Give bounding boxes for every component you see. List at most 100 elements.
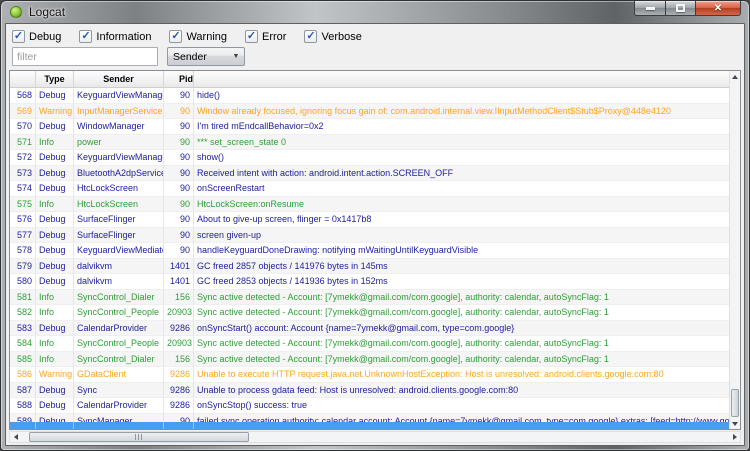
table-row[interactable]: 573DebugBluetoothA2dpService90Received i… [10, 166, 729, 182]
cell-sender: HtcLockScreen [74, 197, 164, 213]
table-row[interactable]: 576DebugSurfaceFlinger90About to give-up… [10, 212, 729, 228]
table-row[interactable]: 579Debugdalvikvm1401GC freed 2857 object… [10, 259, 729, 275]
close-button[interactable]: ✕ [696, 1, 741, 16]
selected-cell [10, 422, 36, 429]
cell-pid: 156 [164, 290, 194, 306]
table-row[interactable]: 584InfoSyncControl_People20903Sync activ… [10, 336, 729, 352]
cell-sender: WindowManager [74, 119, 164, 135]
vertical-scrollbar[interactable] [729, 71, 740, 429]
table-row[interactable]: 571Infopower90*** set_screen_state 0 [10, 135, 729, 151]
table-row[interactable]: 575InfoHtcLockScreen90HtcLockScreen:onRe… [10, 197, 729, 213]
header-pid[interactable]: Pid [164, 71, 194, 87]
cell-message: Received intent with action: android.int… [194, 166, 729, 182]
cell-type: Debug [36, 166, 74, 182]
table-row[interactable]: 578DebugKeyguardViewMediator90handleKeyg… [10, 243, 729, 259]
minimize-button[interactable] [634, 1, 665, 16]
table-row[interactable]: 588DebugCalendarProvider9286onSyncStop()… [10, 398, 729, 414]
vertical-scroll-thumb[interactable] [731, 389, 739, 417]
table-row[interactable]: 568DebugKeyguardViewManager90hide() [10, 88, 729, 104]
checkbox-label: Error [262, 31, 286, 43]
cell-rownum: 577 [10, 228, 36, 244]
cell-pid: 90 [164, 212, 194, 228]
cell-type: Info [36, 336, 74, 352]
maximize-icon [676, 4, 685, 12]
scroll-right-button[interactable] [729, 432, 740, 442]
table-body: 568DebugKeyguardViewManager90hide()569Wa… [10, 88, 729, 422]
cell-type: Debug [36, 88, 74, 104]
cell-pid: 90 [164, 228, 194, 244]
cell-pid: 9286 [164, 367, 194, 383]
cell-message: handleKeyguardDoneDrawing: notifying mWa… [194, 243, 729, 259]
cell-type: Info [36, 305, 74, 321]
scroll-left-button[interactable] [10, 432, 21, 442]
sender-dropdown[interactable]: Sender ▼ [167, 47, 245, 66]
cell-rownum: 580 [10, 274, 36, 290]
table-row[interactable]: 580Debugdalvikvm1401GC freed 2853 object… [10, 274, 729, 290]
app-icon[interactable] [10, 6, 22, 18]
cell-sender: dalvikvm [74, 259, 164, 275]
cell-sender: InputManagerService [74, 104, 164, 120]
selected-cell [74, 422, 164, 429]
vertical-scroll-track[interactable] [730, 82, 740, 418]
checkbox-warning[interactable]: ✓Warning [169, 30, 227, 43]
controls-row: Sender ▼ [9, 47, 741, 70]
scroll-down-button[interactable] [730, 418, 740, 429]
sender-dropdown-value: Sender [168, 51, 228, 63]
cell-pid: 9286 [164, 321, 194, 337]
cell-rownum: 571 [10, 135, 36, 151]
checkbox-error[interactable]: ✓ Error [245, 30, 286, 43]
table-row[interactable]: 585InfoSyncControl_Dialer156Sync active … [10, 352, 729, 368]
cell-rownum: 574 [10, 181, 36, 197]
table-row[interactable]: 582InfoSyncControl_People20903Sync activ… [10, 305, 729, 321]
horizontal-scrollbar[interactable] [9, 431, 741, 443]
maximize-button[interactable] [665, 1, 696, 16]
header-sender[interactable]: Sender [74, 71, 164, 87]
minimize-icon [646, 7, 655, 10]
close-icon: ✕ [714, 3, 722, 14]
cell-type: Debug [36, 259, 74, 275]
selected-cell [194, 422, 729, 429]
table-row[interactable]: 572DebugKeyguardViewManager90show() [10, 150, 729, 166]
checkbox-information[interactable]: ✓Information [79, 30, 151, 43]
title-bar[interactable]: Logcat ✕ [1, 1, 749, 23]
cell-rownum: 568 [10, 88, 36, 104]
cell-sender: SyncControl_People [74, 336, 164, 352]
checkbox-debug[interactable]: ✓Debug [12, 30, 61, 43]
cell-type: Info [36, 197, 74, 213]
header-message[interactable] [194, 71, 729, 87]
selected-row-partial[interactable] [10, 422, 729, 429]
cell-pid: 90 [164, 243, 194, 259]
horizontal-scroll-track[interactable] [21, 432, 729, 442]
cell-type: Debug [36, 150, 74, 166]
scroll-down-icon [732, 422, 738, 426]
cell-type: Debug [36, 321, 74, 337]
table-row[interactable]: 589DebugSyncManager90failed sync operati… [10, 414, 729, 423]
cell-type: Debug [36, 212, 74, 228]
cell-sender: Sync [74, 383, 164, 399]
cell-sender: dalvikvm [74, 274, 164, 290]
cell-rownum: 573 [10, 166, 36, 182]
header-rownum[interactable] [10, 71, 36, 87]
cell-type: Debug [36, 274, 74, 290]
scroll-up-button[interactable] [730, 71, 740, 82]
checkmark-icon: ✓ [245, 30, 258, 43]
cell-sender: SyncManager [74, 414, 164, 423]
filter-input[interactable] [12, 47, 158, 66]
table-row[interactable]: 581InfoSyncControl_Dialer156Sync active … [10, 290, 729, 306]
table-row[interactable]: 570DebugWindowManager90I'm tired mEndcal… [10, 119, 729, 135]
checkbox-verbose[interactable]: ✓Verbose [304, 30, 361, 43]
table-row[interactable]: 586WarningGDataClient9286Unable to execu… [10, 367, 729, 383]
log-table: Type Sender Pid 568DebugKeyguardViewMana… [9, 70, 741, 430]
table-row[interactable]: 569WarningInputManagerService90Window al… [10, 104, 729, 120]
table-row[interactable]: 574DebugHtcLockScreen90onScreenRestart [10, 181, 729, 197]
client-area: ✓Debug ✓Information ✓Warning ✓ Error ✓Verbose… [5, 23, 745, 446]
horizontal-scroll-thumb[interactable] [29, 432, 249, 442]
filter-checkbox-row: ✓Debug ✓Information ✓Warning ✓ Error ✓Verbose [9, 27, 741, 47]
table-row[interactable]: 583DebugCalendarProvider9286onSyncStart(… [10, 321, 729, 337]
table-row[interactable]: 577DebugSurfaceFlinger90screen given-up [10, 228, 729, 244]
header-type[interactable]: Type [36, 71, 74, 87]
cell-message: Sync active detected - Account: [7ymekk@… [194, 290, 729, 306]
cell-message: Unable to process gdata feed: Host is un… [194, 383, 729, 399]
cell-rownum: 570 [10, 119, 36, 135]
table-row[interactable]: 587DebugSync9286Unable to process gdata … [10, 383, 729, 399]
